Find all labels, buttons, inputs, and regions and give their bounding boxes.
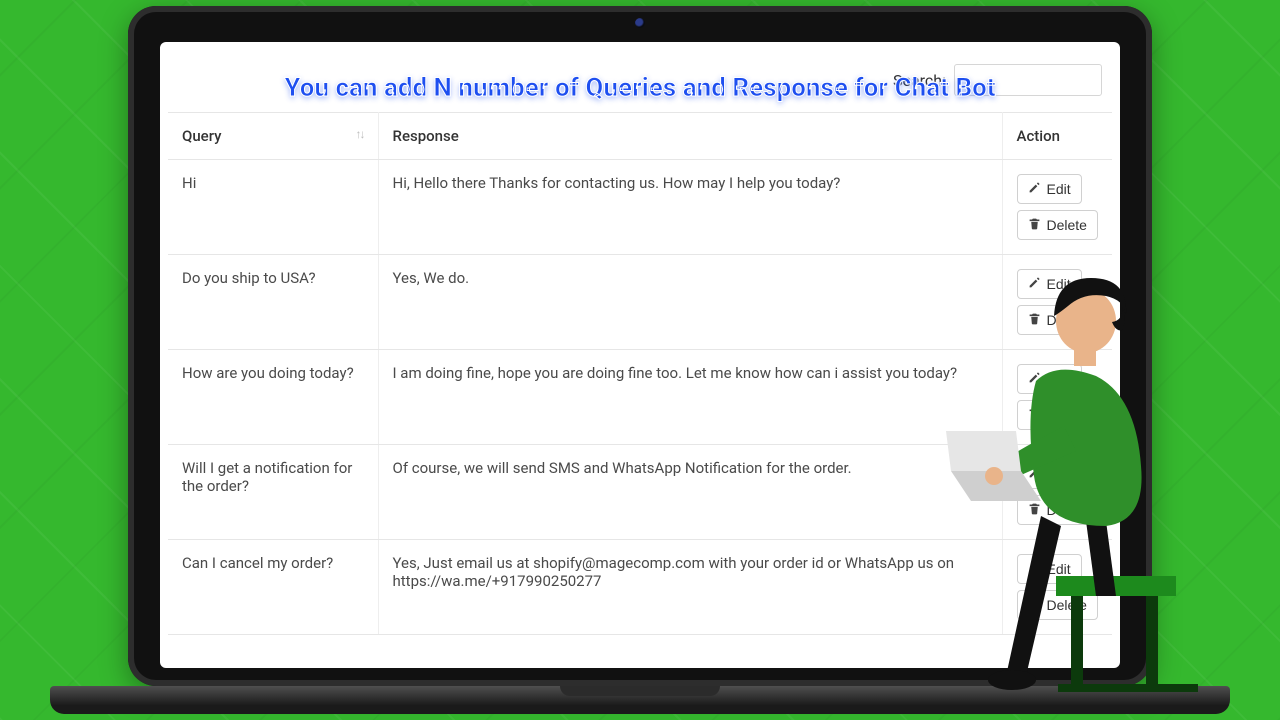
trash-icon [1028,597,1041,613]
pencil-icon [1028,181,1041,197]
table-row: Can I cancel my order?Yes, Just email us… [168,540,1112,635]
edit-button[interactable]: Edit [1017,459,1082,489]
app-screen: You can add N number of Queries and Resp… [160,42,1120,668]
cell-query: Will I get a notification for the order? [168,445,378,540]
edit-button[interactable]: Edit [1017,174,1082,204]
edit-button[interactable]: Edit [1017,364,1082,394]
col-query-label: Query [182,127,222,145]
col-header-action: Action [1002,113,1112,160]
trash-icon [1028,407,1041,423]
pencil-icon [1028,371,1041,387]
cell-query: Do you ship to USA? [168,255,378,350]
queries-table: Query ↑↓ Response Action HiHi, Hello the… [168,112,1112,635]
cell-response: Yes, Just email us at shopify@magecomp.c… [378,540,1002,635]
table-row: Will I get a notification for the order?… [168,445,1112,540]
delete-button[interactable]: Delete [1017,590,1098,620]
delete-button[interactable]: Delete [1017,400,1098,430]
pencil-icon [1028,466,1041,482]
cell-query: Can I cancel my order? [168,540,378,635]
cell-response: Hi, Hello there Thanks for contacting us… [378,160,1002,255]
sort-icon[interactable]: ↑↓ [356,127,364,141]
col-header-query[interactable]: Query ↑↓ [168,113,378,160]
trash-icon [1028,217,1041,233]
table-row: HiHi, Hello there Thanks for contacting … [168,160,1112,255]
cell-action: Edit Delete [1002,255,1112,350]
edit-button[interactable]: Edit [1017,554,1082,584]
col-header-response[interactable]: Response [378,113,1002,160]
pencil-icon [1028,276,1041,292]
cell-action: Edit Delete [1002,540,1112,635]
table-row: How are you doing today?I am doing fine,… [168,350,1112,445]
edit-button[interactable]: Edit [1017,269,1082,299]
laptop-camera-icon [635,18,645,28]
cell-action: Edit Delete [1002,445,1112,540]
laptop-base [50,686,1230,714]
delete-button[interactable]: Delete [1017,210,1098,240]
delete-button[interactable]: Delete [1017,305,1098,335]
cell-response: I am doing fine, hope you are doing fine… [378,350,1002,445]
cell-query: How are you doing today? [168,350,378,445]
search-input[interactable] [954,64,1102,96]
cell-response: Of course, we will send SMS and WhatsApp… [378,445,1002,540]
cell-query: Hi [168,160,378,255]
laptop-frame: You can add N number of Queries and Resp… [128,6,1152,686]
cell-action: Edit Delete [1002,160,1112,255]
table-header-row: Query ↑↓ Response Action [168,113,1112,160]
trash-icon [1028,312,1041,328]
cell-action: Edit Delete [1002,350,1112,445]
delete-button[interactable]: Delete [1017,495,1098,525]
table-row: Do you ship to USA?Yes, We do. Edit Delete [168,255,1112,350]
pencil-icon [1028,561,1041,577]
search-label: Search: [893,71,946,90]
cell-response: Yes, We do. [378,255,1002,350]
search-field: Search: [893,64,1102,96]
trash-icon [1028,502,1041,518]
